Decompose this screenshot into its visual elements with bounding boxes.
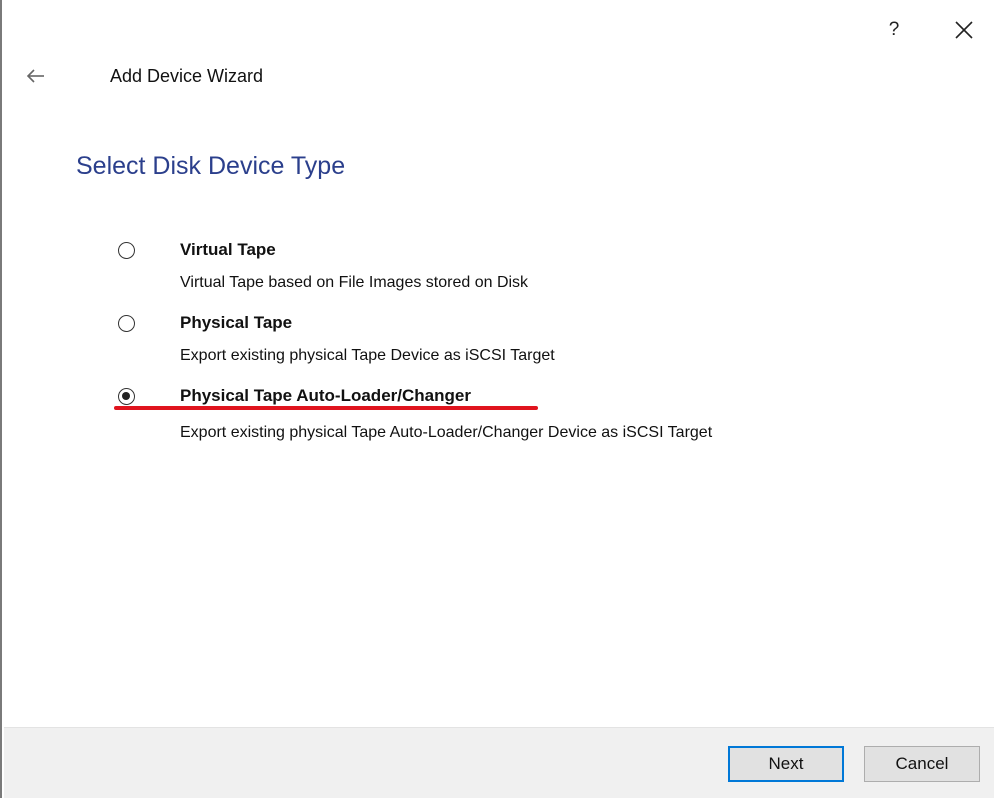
red-underline-annotation xyxy=(114,406,538,410)
cancel-button[interactable]: Cancel xyxy=(864,746,980,782)
option-title: Virtual Tape xyxy=(180,240,276,259)
option-description: Virtual Tape based on File Images stored… xyxy=(180,274,529,291)
page-heading: Select Disk Device Type xyxy=(76,152,346,180)
radio-virtual-tape[interactable] xyxy=(118,242,135,259)
title-bar-controls: ? xyxy=(882,18,976,42)
close-icon xyxy=(955,21,973,39)
radio-physical-tape[interactable] xyxy=(118,315,135,332)
back-button[interactable] xyxy=(24,64,48,88)
option-title: Physical Tape Auto-Loader/Changer xyxy=(180,386,471,405)
option-description: Export existing physical Tape Auto-Loade… xyxy=(180,424,713,441)
back-arrow-icon xyxy=(26,69,44,83)
radio-physical-tape-autoloader[interactable] xyxy=(118,388,135,405)
wizard-title: Add Device Wizard xyxy=(110,66,264,86)
option-title: Physical Tape xyxy=(180,313,293,332)
help-button[interactable]: ? xyxy=(882,19,906,41)
close-button[interactable] xyxy=(952,18,976,42)
next-button[interactable]: Next xyxy=(728,746,844,782)
wizard-footer: Next Cancel xyxy=(4,727,994,798)
wizard-window: ? Add Device Wizard Select Disk Device T… xyxy=(0,0,994,798)
option-description: Export existing physical Tape Device as … xyxy=(180,347,555,364)
